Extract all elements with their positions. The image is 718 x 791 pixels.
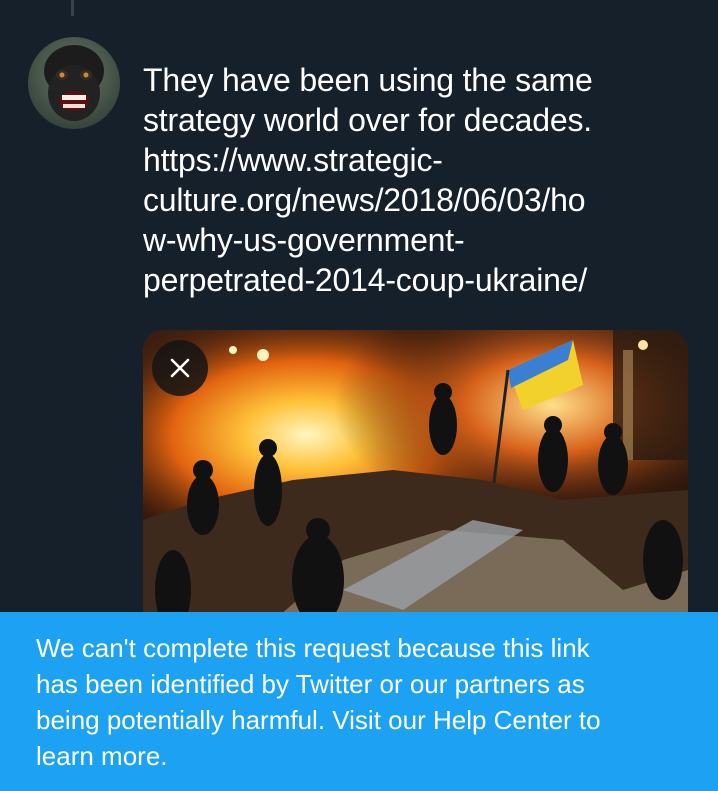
tweet-link-line[interactable]: culture.org/news/2018/06/03/ho bbox=[143, 180, 703, 220]
tweet-link-line[interactable]: perpetrated-2014-coup-ukraine/ bbox=[143, 260, 703, 300]
protest-fire-image bbox=[143, 330, 688, 630]
monkey-avatar-icon bbox=[28, 37, 120, 129]
tweet-text-line: strategy world over for decades. bbox=[143, 102, 592, 138]
tweet-link-line[interactable]: w-why-us-government- bbox=[143, 220, 703, 260]
tweet-text-line: They have been using the same bbox=[143, 62, 593, 98]
close-icon bbox=[170, 358, 190, 378]
warning-text-line: has been identified by Twitter or our pa… bbox=[36, 669, 585, 699]
close-button[interactable] bbox=[152, 340, 208, 396]
warning-text-line: We can't complete this request because t… bbox=[36, 633, 590, 663]
tweet-text: They have been using the same strategy w… bbox=[143, 60, 703, 300]
warning-text-line: being potentially harmful. Visit our Hel… bbox=[36, 705, 601, 735]
harmful-link-warning-banner[interactable]: We can't complete this request because t… bbox=[0, 612, 718, 791]
warning-text-line: learn more. bbox=[36, 741, 168, 771]
thread-connector-line bbox=[71, 0, 74, 16]
media-image[interactable] bbox=[143, 330, 688, 630]
tweet-link-line[interactable]: https://www.strategic- bbox=[143, 140, 703, 180]
avatar[interactable] bbox=[28, 37, 120, 129]
